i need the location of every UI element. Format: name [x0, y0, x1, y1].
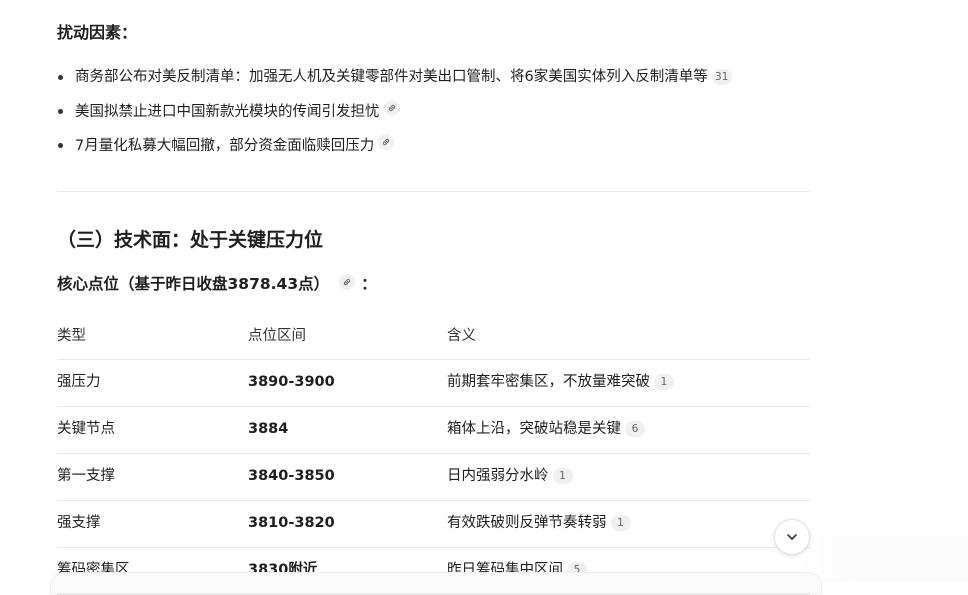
cell-type: 第一支撑: [57, 468, 115, 484]
table-row: 第一支撑 3840-3850 日内强弱分水岭 1: [57, 454, 810, 501]
core-levels-heading: 核心点位（基于昨日收盘3878.43点） ：: [57, 273, 377, 295]
table-row: 强压力 3890-3900 前期套牢密集区，不放量难突破 1: [57, 360, 810, 407]
cell-type: 关键节点: [57, 421, 115, 437]
meaning-text: 日内强弱分水岭: [447, 468, 549, 484]
cell-range: 3884: [248, 421, 289, 437]
cell-type: 强支撑: [57, 515, 101, 531]
meaning-text: 有效跌破则反弹节奏转弱: [447, 515, 607, 531]
cell-meaning: 箱体上沿，突破站稳是关键 6: [447, 407, 645, 452]
cell-meaning: 日内强弱分水岭 1: [447, 454, 573, 499]
section-divider: [57, 191, 810, 192]
cell-range: 3810-3820: [248, 515, 335, 531]
link-icon[interactable]: [339, 274, 356, 290]
factor-text: 商务部公布对美反制清单：加强无人机及关键零部件对美出口管制、将6家美国实体列入反…: [75, 69, 708, 85]
scroll-to-bottom-button[interactable]: [774, 519, 810, 555]
section-heading: （三）技术面：处于关键压力位: [57, 229, 324, 251]
cell-meaning: 有效跌破则反弹节奏转弱 1: [447, 501, 631, 546]
table-row: 强支撑 3810-3820 有效跌破则反弹节奏转弱 1: [57, 501, 810, 548]
table-header-row: 类型 点位区间 含义: [57, 314, 810, 360]
link-icon[interactable]: [383, 100, 400, 116]
meaning-text: 箱体上沿，突破站稳是关键: [447, 421, 621, 437]
chat-input-edge[interactable]: [50, 572, 822, 594]
list-item: 美国拟禁止进口中国新款光模块的传闻引发担忧: [57, 100, 732, 134]
meaning-text: 前期套牢密集区，不放量难突破: [447, 374, 650, 390]
header-range: 点位区间: [248, 328, 306, 344]
link-icon[interactable]: [378, 134, 395, 150]
cell-range: 3890-3900: [248, 374, 335, 390]
citation-badge[interactable]: 1: [610, 515, 631, 531]
bottom-fade: [798, 536, 968, 582]
cell-type: 强压力: [57, 374, 101, 390]
citation-badge[interactable]: 1: [654, 374, 674, 390]
list-item: 商务部公布对美反制清单：加强无人机及关键零部件对美出口管制、将6家美国实体列入反…: [57, 66, 732, 100]
levels-table: 类型 点位区间 含义 强压力 3890-3900 前期套牢密集区，不放量难突破 1…: [57, 314, 810, 595]
citation-badge[interactable]: 31: [711, 69, 732, 85]
factors-list: 商务部公布对美反制清单：加强无人机及关键零部件对美出口管制、将6家美国实体列入反…: [57, 66, 732, 168]
header-type: 类型: [57, 328, 86, 344]
citation-badge[interactable]: 1: [552, 468, 573, 484]
cell-range: 3840-3850: [248, 468, 335, 484]
factors-heading: 扰动因素：: [57, 23, 138, 42]
core-levels-title: 核心点位（基于昨日收盘3878.43点）: [57, 275, 330, 293]
factor-text: 美国拟禁止进口中国新款光模块的传闻引发担忧: [75, 104, 380, 120]
cell-meaning: 前期套牢密集区，不放量难突破 1: [447, 360, 674, 405]
factor-text: 7月量化私募大幅回撤，部分资金面临赎回压力: [75, 138, 375, 154]
header-meaning: 含义: [447, 328, 476, 344]
table-row: 关键节点 3884 箱体上沿，突破站稳是关键 6: [57, 407, 810, 454]
list-item: 7月量化私募大幅回撤，部分资金面临赎回压力: [57, 134, 732, 168]
core-levels-colon: ：: [361, 275, 377, 293]
citation-badge[interactable]: 6: [625, 421, 645, 437]
chevron-down-icon: [787, 534, 797, 540]
